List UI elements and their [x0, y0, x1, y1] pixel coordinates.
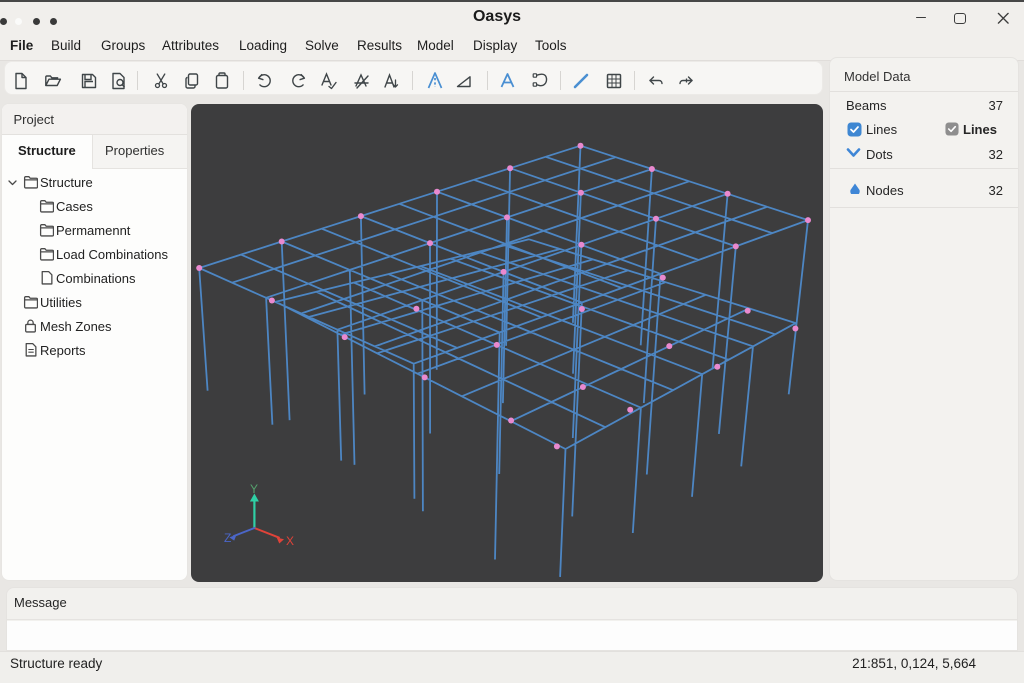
svg-text:X: X: [286, 534, 294, 548]
svg-text:Y: Y: [250, 482, 258, 496]
svg-text:Z: Z: [224, 531, 231, 545]
